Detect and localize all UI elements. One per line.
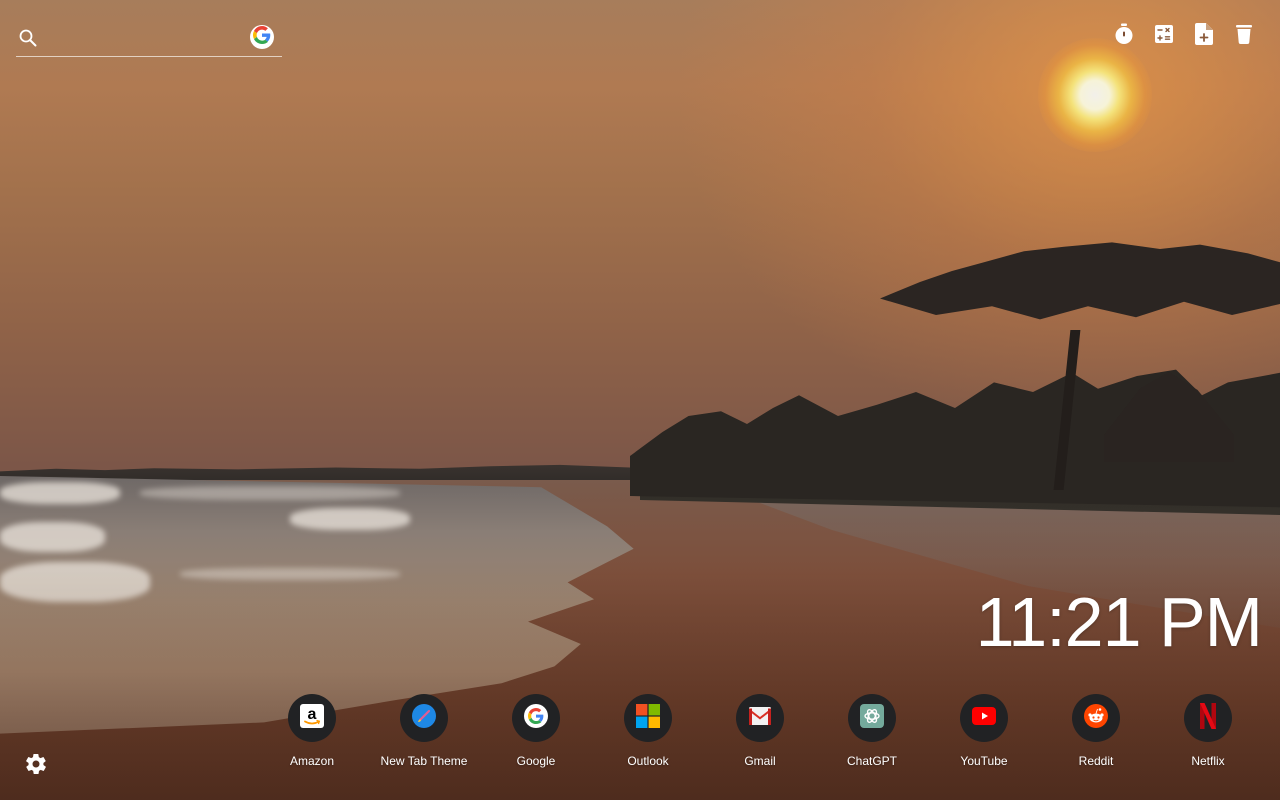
shortcut-tile (736, 694, 784, 742)
shortcut-tile (400, 694, 448, 742)
shortcut-youtube[interactable]: YouTube (928, 694, 1040, 768)
shortcut-chatgpt[interactable]: ChatGPT (816, 694, 928, 768)
wave-foam (290, 508, 410, 530)
file-plus-icon (1195, 22, 1213, 50)
shortcut-tile (848, 694, 896, 742)
shortcut-label: Reddit (1078, 754, 1114, 768)
search-bar (16, 24, 282, 57)
stopwatch-icon (1114, 23, 1134, 50)
svg-text:a: a (308, 706, 317, 723)
shortcut-label: Amazon (289, 754, 335, 768)
chatgpt-icon (860, 703, 884, 733)
add-note-button[interactable] (1192, 22, 1216, 50)
shortcut-tile (1184, 694, 1232, 742)
microsoft-icon (636, 703, 660, 733)
paintbrush-icon (412, 703, 436, 733)
shortcut-label: Outlook (627, 754, 669, 768)
shortcut-label: Google (516, 754, 556, 768)
shortcut-tile (960, 694, 1008, 742)
shortcut-label: YouTube (960, 754, 1008, 768)
gmail-icon (749, 706, 771, 730)
wave-foam (140, 486, 400, 500)
gear-icon (24, 753, 48, 780)
search-engine-button[interactable] (250, 25, 274, 49)
search-icon[interactable] (18, 28, 38, 48)
shortcut-label: Gmail (744, 754, 776, 768)
calculator-icon (1154, 24, 1174, 49)
shortcut-label: ChatGPT (846, 754, 897, 768)
trash-button[interactable] (1232, 24, 1256, 48)
shortcut-tile (624, 694, 672, 742)
trash-icon (1236, 24, 1252, 49)
wave-foam (0, 482, 120, 504)
sun (1038, 38, 1152, 152)
amazon-icon: a (300, 703, 324, 733)
shortcut-bar: a Amazon New Tab Theme Google Outlook Gm… (256, 694, 1264, 768)
calculator-button[interactable] (1152, 24, 1176, 48)
netflix-icon (1200, 702, 1216, 734)
shortcut-label: New Tab Theme (380, 754, 468, 768)
shortcut-netflix[interactable]: Netflix (1152, 694, 1264, 768)
google-icon (524, 703, 548, 733)
clock: 11:21 PM (975, 583, 1263, 661)
shortcut-tile (1072, 694, 1120, 742)
toolbar (1112, 22, 1256, 50)
stopwatch-button[interactable] (1112, 23, 1136, 50)
search-input[interactable] (48, 26, 248, 54)
reddit-icon (1084, 703, 1108, 733)
shortcut-tile: a (288, 694, 336, 742)
shortcut-new-tab-theme[interactable]: New Tab Theme (368, 694, 480, 768)
settings-button[interactable] (24, 752, 48, 776)
wave-foam (0, 522, 105, 552)
shortcut-gmail[interactable]: Gmail (704, 694, 816, 768)
shortcut-tile (512, 694, 560, 742)
shortcut-outlook[interactable]: Outlook (592, 694, 704, 768)
shortcut-google[interactable]: Google (480, 694, 592, 768)
shortcut-amazon[interactable]: a Amazon (256, 694, 368, 768)
wallpaper (0, 0, 1280, 800)
youtube-icon (972, 706, 996, 730)
shortcut-reddit[interactable]: Reddit (1040, 694, 1152, 768)
google-g-icon (253, 25, 271, 49)
shortcut-label: Netflix (1191, 754, 1225, 768)
